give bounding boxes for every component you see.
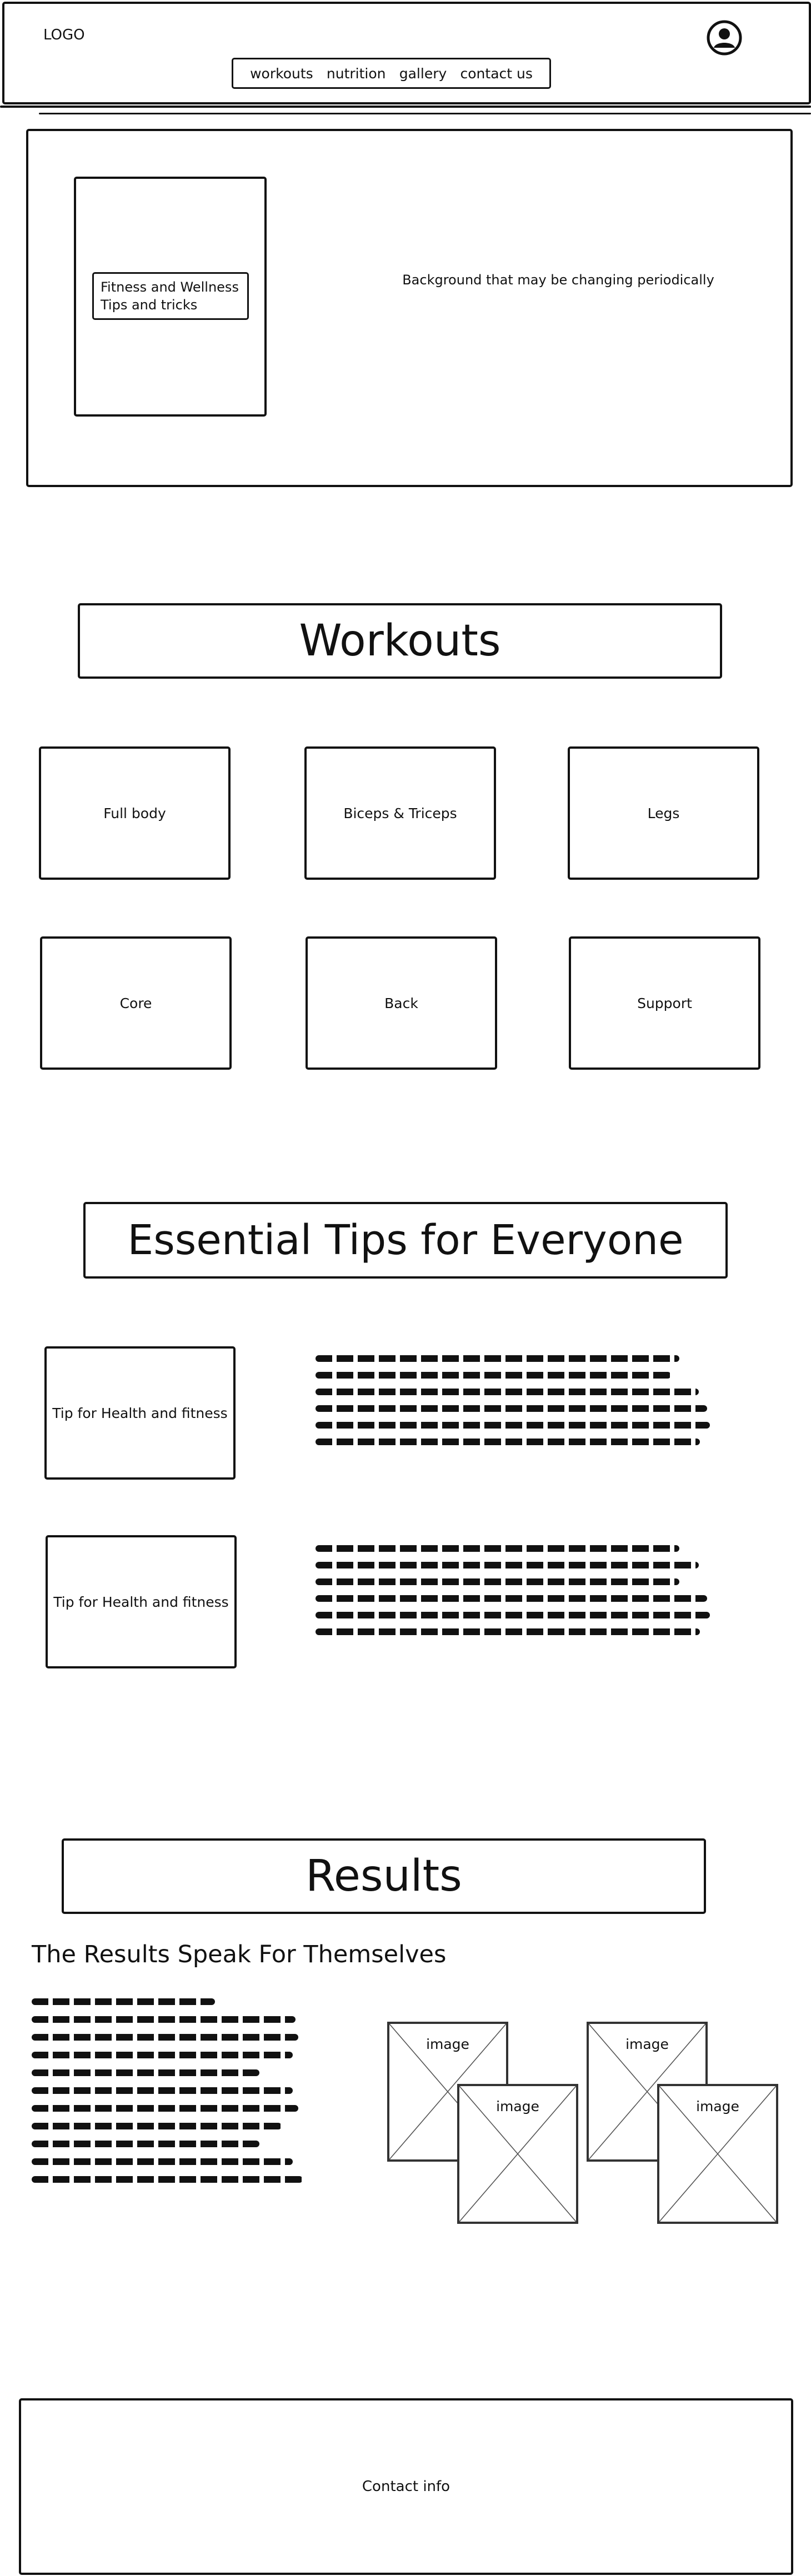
logo[interactable]: LOGO <box>43 27 85 43</box>
user-profile-icon[interactable] <box>707 20 742 56</box>
nav-item-gallery[interactable]: gallery <box>399 66 447 82</box>
workout-card-support[interactable]: Support <box>569 936 760 1070</box>
site-footer: Contact info <box>19 2398 793 2575</box>
tip-text-placeholder <box>316 1355 710 1455</box>
nav-item-workouts[interactable]: workouts <box>250 66 313 82</box>
results-image-placeholder: image <box>657 2084 778 2224</box>
workout-card-full-body[interactable]: Full body <box>39 746 231 880</box>
tip-card[interactable]: Tip for Health and fitness <box>44 1346 236 1480</box>
tips-section-title: Essential Tips for Everyone <box>83 1202 728 1279</box>
workout-card-legs[interactable]: Legs <box>568 746 759 880</box>
workouts-section-title: Workouts <box>78 603 722 679</box>
contact-info[interactable]: Contact info <box>362 2478 450 2495</box>
workout-card-biceps-triceps[interactable]: Biceps & Triceps <box>304 746 496 880</box>
nav-item-nutrition[interactable]: nutrition <box>327 66 386 82</box>
hero-background-note: Background that may be changing periodic… <box>402 272 714 288</box>
results-image-placeholder: image <box>457 2084 578 2224</box>
nav-item-contact-us[interactable]: contact us <box>460 66 533 82</box>
image-label: image <box>625 2036 669 2052</box>
image-label: image <box>696 2098 739 2114</box>
results-subtitle: The Results Speak For Themselves <box>32 1941 447 1968</box>
tip-card[interactable]: Tip for Health and fitness <box>46 1535 237 1668</box>
workout-card-core[interactable]: Core <box>40 936 232 1070</box>
workout-card-back[interactable]: Back <box>306 936 497 1070</box>
main-nav: workouts nutrition gallery contact us <box>232 58 551 89</box>
tip-text-placeholder <box>316 1545 710 1645</box>
image-label: image <box>426 2036 469 2052</box>
hero-title: Fitness and Wellness Tips and tricks <box>92 272 249 320</box>
results-text-placeholder <box>32 1998 304 2187</box>
header-divider <box>0 106 811 108</box>
header-divider-2 <box>39 113 811 114</box>
image-label: image <box>496 2098 539 2114</box>
site-header <box>2 2 811 104</box>
results-section-title: Results <box>62 1838 706 1914</box>
